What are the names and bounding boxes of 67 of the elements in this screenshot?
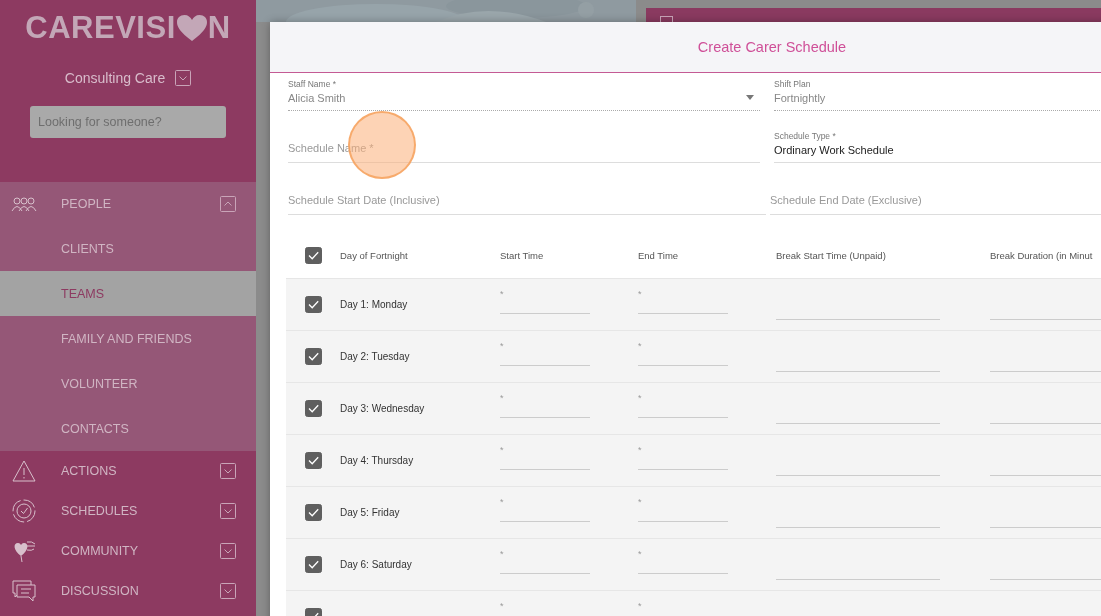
nav-label: DISCUSSION <box>61 584 140 598</box>
warning-icon <box>11 460 36 482</box>
day-cell: Day 2: Tuesday <box>340 351 410 362</box>
time-field[interactable]: * <box>500 497 590 522</box>
time-field[interactable]: * <box>638 445 728 470</box>
nav-label: PEOPLE <box>61 197 113 211</box>
nav-subitem[interactable]: CONTACTS <box>0 406 256 451</box>
time-field[interactable]: * <box>500 289 590 314</box>
select-all-checkbox[interactable] <box>304 247 322 264</box>
logo-text: N <box>207 10 231 46</box>
expand-icon[interactable] <box>220 583 236 599</box>
nav-label: ACTIONS <box>61 464 118 478</box>
time-field[interactable]: * <box>638 601 728 616</box>
search-field[interactable]: Looking for someone? <box>30 106 226 138</box>
caret-icon <box>746 95 754 100</box>
chat-icon <box>10 579 37 603</box>
time-field[interactable]: * <box>500 341 590 366</box>
text-field[interactable]: Schedule Type * Ordinary Work Schedule <box>774 113 1101 163</box>
time-field[interactable]: * <box>638 549 728 574</box>
nav-label: SCHEDULES <box>61 504 139 518</box>
nav-subitem[interactable]: VOLUNTEER <box>0 361 256 406</box>
column-header: Break Duration (in Minut <box>990 250 1093 261</box>
expand-icon[interactable] <box>220 463 236 479</box>
row-checkbox[interactable] <box>304 452 322 469</box>
expand-icon[interactable] <box>175 70 192 86</box>
text-field[interactable]: Schedule End Date (Exclusive) <box>770 165 1101 215</box>
nav-item[interactable]: ACTIONS <box>0 451 256 491</box>
time-field[interactable]: * <box>500 393 590 418</box>
nav-subitem[interactable]: TEAMS <box>0 271 256 316</box>
nav-item[interactable]: DISCUSSION <box>0 571 256 611</box>
day-cell: Day 1: Monday <box>340 299 408 310</box>
nav-item[interactable]: PEOPLE <box>0 182 256 226</box>
time-field[interactable]: * <box>500 549 590 574</box>
organization-name: Consulting Care <box>64 70 166 86</box>
time-field[interactable]: * <box>638 341 728 366</box>
column-header: End Time <box>638 250 680 261</box>
time-field[interactable]: * <box>500 601 590 616</box>
row-checkbox[interactable] <box>304 400 322 417</box>
row-checkbox[interactable] <box>304 348 322 365</box>
nav-subitem[interactable]: CLIENTS <box>0 226 256 271</box>
logo-text: CAREVISI <box>25 10 176 46</box>
column-header: Start Time <box>500 250 545 261</box>
collapse-icon[interactable] <box>220 196 236 212</box>
column-header: Break Start Time (Unpaid) <box>776 250 887 261</box>
row-checkbox[interactable] <box>304 556 322 573</box>
column-header: Day of Fortnight <box>340 250 409 261</box>
day-cell: Day 5: Friday <box>340 507 400 518</box>
day-cell: Day 3: Wednesday <box>340 403 425 414</box>
expand-icon[interactable] <box>220 503 236 519</box>
people-icon <box>10 196 37 212</box>
heart-icon <box>176 14 207 42</box>
nav-item[interactable]: COMMUNITY <box>0 531 256 571</box>
nav-item[interactable]: SCHEDULES <box>0 491 256 531</box>
row-checkbox[interactable] <box>304 504 322 521</box>
time-field[interactable]: * <box>638 497 728 522</box>
time-field[interactable]: * <box>638 289 728 314</box>
day-cell: Day 6: Saturday <box>340 559 412 570</box>
expand-icon[interactable] <box>220 543 236 559</box>
day-cell: Day 4: Thursday <box>340 455 414 466</box>
row-checkbox[interactable] <box>304 296 322 313</box>
time-field[interactable]: * <box>500 445 590 470</box>
clock-icon <box>10 498 37 524</box>
nav-subitem[interactable]: FAMILY AND FRIENDS <box>0 316 256 361</box>
time-field[interactable]: * <box>638 393 728 418</box>
text-field[interactable]: Schedule Start Date (Inclusive) <box>288 165 766 215</box>
nav-label: COMMUNITY <box>61 544 140 558</box>
dialog-title: Create Carer Schedule <box>697 39 847 55</box>
